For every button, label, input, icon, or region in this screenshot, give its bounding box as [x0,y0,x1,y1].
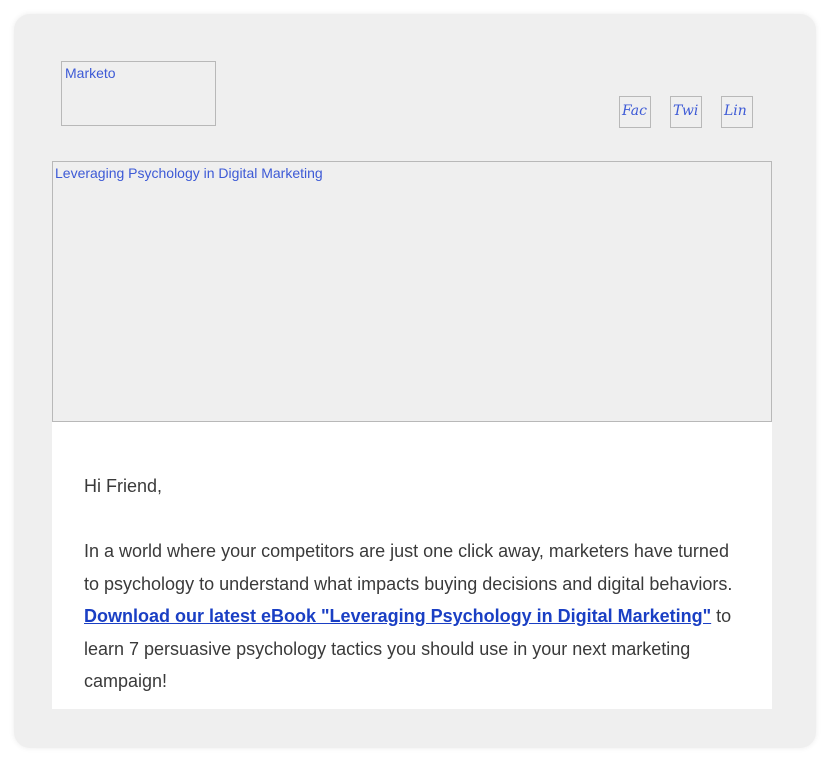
greeting-text: Hi Friend, [84,476,163,496]
hero-image[interactable]: Leveraging Psychology in Digital Marketi… [52,161,772,422]
download-ebook-link[interactable]: Download our latest eBook "Leveraging Ps… [84,606,711,626]
linkedin-alt-text: Lin [724,103,747,119]
hero-alt-text: Leveraging Psychology in Digital Marketi… [55,165,323,181]
marketo-logo-image[interactable]: Marketo [61,61,216,126]
paragraph-intro: In a world where your competitors are ju… [84,541,733,594]
email-content: Hi Friend, In a world where your competi… [52,422,772,709]
facebook-icon[interactable]: Fac [619,96,651,128]
body-paragraph: In a world where your competitors are ju… [84,535,744,698]
linkedin-icon[interactable]: Lin [721,96,753,128]
logo-alt-text: Marketo [65,65,116,81]
twitter-alt-text: Twi [673,103,699,119]
twitter-icon[interactable]: Twi [670,96,702,128]
facebook-alt-text: Fac [622,103,647,119]
